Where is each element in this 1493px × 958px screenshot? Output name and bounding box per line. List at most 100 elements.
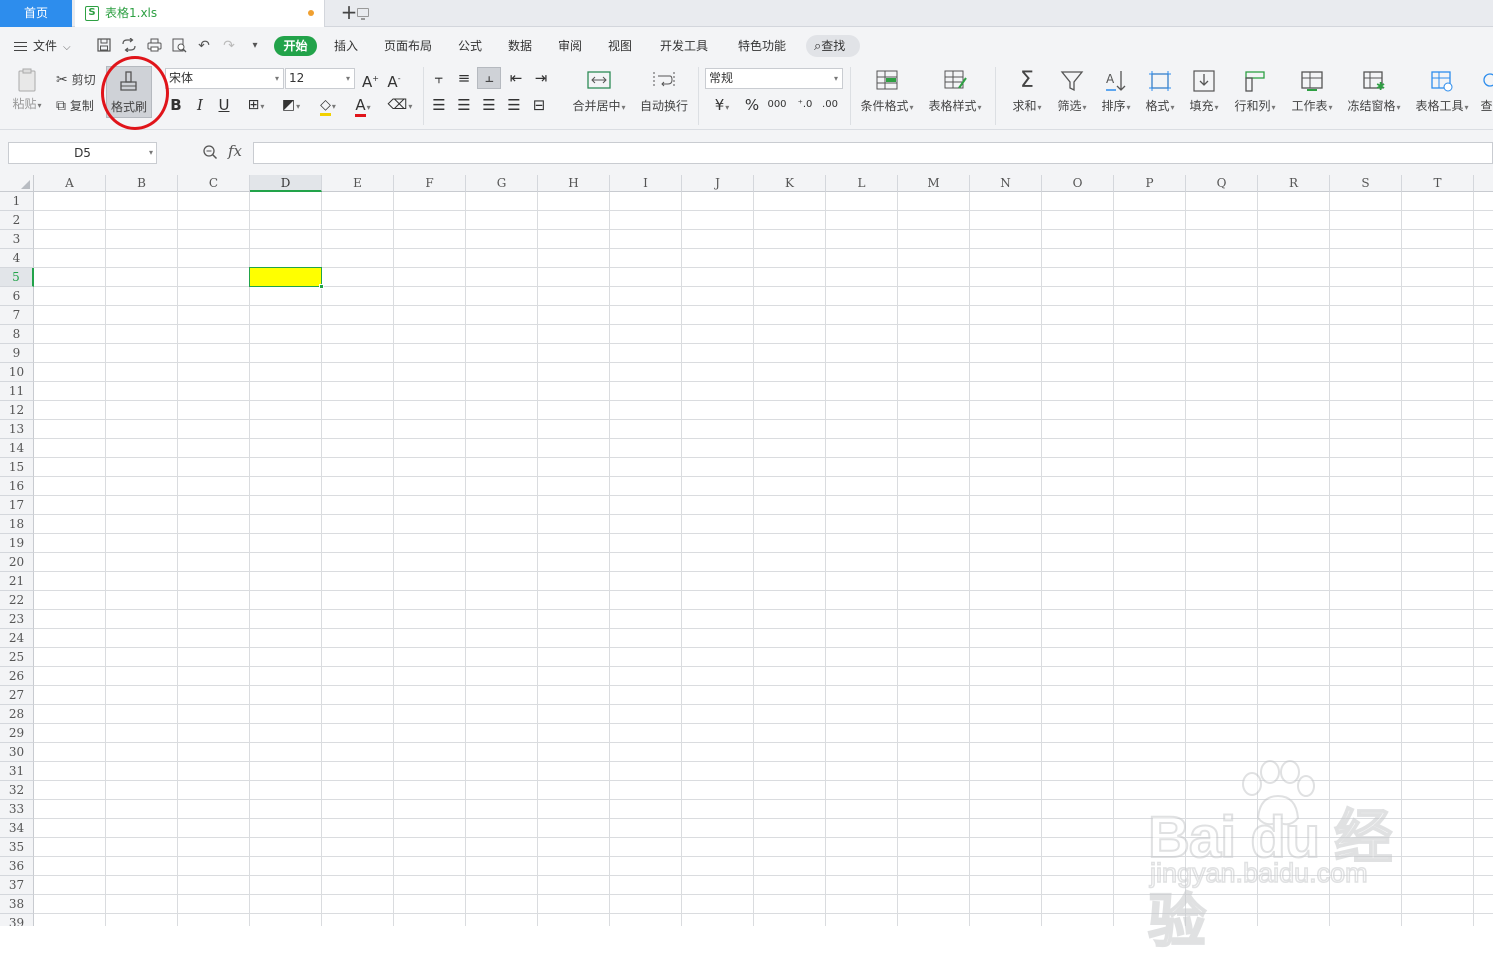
align-left-icon[interactable]: ☰ xyxy=(430,96,448,114)
currency-icon[interactable]: ¥▾ xyxy=(708,96,736,117)
row-header-2[interactable]: 2 xyxy=(0,211,34,230)
column-header-k[interactable]: K xyxy=(754,175,826,192)
row-header-19[interactable]: 19 xyxy=(0,534,34,553)
column-header-t[interactable]: T xyxy=(1402,175,1474,192)
column-header-p[interactable]: P xyxy=(1114,175,1186,192)
font-color-icon[interactable]: A▾ xyxy=(349,96,377,117)
row-header-33[interactable]: 33 xyxy=(0,800,34,819)
customize-quick-access-icon[interactable]: ▾ xyxy=(247,38,263,54)
row-header-13[interactable]: 13 xyxy=(0,420,34,439)
ribbon-tab-features[interactable]: 特色功能 xyxy=(738,35,786,57)
increase-indent-icon[interactable]: ⇥ xyxy=(532,69,550,87)
row-header-4[interactable]: 4 xyxy=(0,249,34,268)
row-header-16[interactable]: 16 xyxy=(0,477,34,496)
formula-input[interactable] xyxy=(253,142,1493,164)
tab-home[interactable]: 首页 xyxy=(0,0,72,27)
merge-center-button[interactable]: 合并居中▾ xyxy=(568,69,630,114)
copy-button[interactable]: ⧉ 复制 xyxy=(56,97,94,114)
row-header-7[interactable]: 7 xyxy=(0,306,34,325)
row-header-6[interactable]: 6 xyxy=(0,287,34,306)
align-right-icon[interactable]: ☰ xyxy=(480,96,498,114)
save-icon[interactable] xyxy=(96,38,112,54)
row-header-31[interactable]: 31 xyxy=(0,762,34,781)
row-header-29[interactable]: 29 xyxy=(0,724,34,743)
number-format-select[interactable]: 常规 ▾ xyxy=(705,68,843,89)
column-header-m[interactable]: M xyxy=(898,175,970,192)
column-header-b[interactable]: B xyxy=(106,175,178,192)
row-header-35[interactable]: 35 xyxy=(0,838,34,857)
decrease-decimal-icon[interactable]: .00 xyxy=(820,96,840,114)
ribbon-tab-data[interactable]: 数据 xyxy=(508,35,532,57)
justify-icon[interactable]: ☰ xyxy=(505,96,523,114)
align-center-icon[interactable]: ☰ xyxy=(455,96,473,114)
row-header-36[interactable]: 36 xyxy=(0,857,34,876)
row-header-28[interactable]: 28 xyxy=(0,705,34,724)
row-header-30[interactable]: 30 xyxy=(0,743,34,762)
column-header-q[interactable]: Q xyxy=(1186,175,1258,192)
column-header-a[interactable]: A xyxy=(34,175,106,192)
cell-style-icon[interactable]: ◩▾ xyxy=(278,96,304,116)
column-header-i[interactable]: I xyxy=(610,175,682,192)
zoom-icon[interactable] xyxy=(202,144,218,160)
align-bottom-icon[interactable]: ⫠ xyxy=(477,67,501,89)
row-header-24[interactable]: 24 xyxy=(0,629,34,648)
column-header-f[interactable]: F xyxy=(394,175,466,192)
select-all-corner[interactable] xyxy=(0,175,34,192)
row-header-15[interactable]: 15 xyxy=(0,458,34,477)
font-size-select[interactable]: 12 ▾ xyxy=(285,68,355,89)
row-header-12[interactable]: 12 xyxy=(0,401,34,420)
row-header-9[interactable]: 9 xyxy=(0,344,34,363)
align-top-icon[interactable]: ⫟ xyxy=(430,69,448,87)
ribbon-tab-insert[interactable]: 插入 xyxy=(334,35,358,57)
table-style-button[interactable]: 表格样式▾ xyxy=(926,69,984,114)
row-col-button[interactable]: 行和列▾ xyxy=(1231,69,1279,114)
column-header-o[interactable]: O xyxy=(1042,175,1114,192)
row-header-37[interactable]: 37 xyxy=(0,876,34,895)
row-header-1[interactable]: 1 xyxy=(0,192,34,211)
wrap-text-button[interactable]: 自动换行 xyxy=(638,69,690,114)
insert-function-icon[interactable]: fx xyxy=(228,142,242,160)
column-header-h[interactable]: H xyxy=(538,175,610,192)
column-header-e[interactable]: E xyxy=(322,175,394,192)
cut-button[interactable]: ✂ 剪切 xyxy=(56,71,96,88)
print-preview-icon[interactable] xyxy=(171,38,187,54)
distributed-icon[interactable]: ⊟ xyxy=(530,96,548,114)
increase-decimal-icon[interactable]: ⁺.0 xyxy=(795,96,815,114)
column-header-r[interactable]: R xyxy=(1258,175,1330,192)
query-button[interactable]: 查 xyxy=(1480,69,1493,114)
column-header-l[interactable]: L xyxy=(826,175,898,192)
tab-document[interactable]: S 表格1.xls xyxy=(75,0,369,27)
sort-button[interactable]: A 排序▾ xyxy=(1097,69,1135,114)
selected-cell-d5[interactable] xyxy=(249,267,324,289)
ribbon-tab-page-layout[interactable]: 页面布局 xyxy=(384,35,432,57)
freeze-panes-button[interactable]: ✱ 冻结窗格▾ xyxy=(1345,69,1403,114)
column-header-g[interactable]: G xyxy=(466,175,538,192)
borders-icon[interactable]: ⊞▾ xyxy=(243,96,269,116)
font-name-select[interactable]: 宋体 ▾ xyxy=(165,68,284,89)
increase-font-icon[interactable]: A+ xyxy=(362,70,379,91)
row-header-27[interactable]: 27 xyxy=(0,686,34,705)
bold-icon[interactable]: B xyxy=(168,96,184,114)
fill-color-icon[interactable]: ◇▾ xyxy=(313,96,343,116)
column-header-s[interactable]: S xyxy=(1330,175,1402,192)
row-header-21[interactable]: 21 xyxy=(0,572,34,591)
percent-icon[interactable]: % xyxy=(743,96,761,114)
column-header-j[interactable]: J xyxy=(682,175,754,192)
redo-icon[interactable]: ↷ xyxy=(221,38,237,54)
share-icon[interactable] xyxy=(121,37,137,54)
row-header-20[interactable]: 20 xyxy=(0,553,34,572)
row-header-22[interactable]: 22 xyxy=(0,591,34,610)
fill-button[interactable]: 填充▾ xyxy=(1185,69,1223,114)
row-header-8[interactable]: 8 xyxy=(0,325,34,344)
italic-icon[interactable]: I xyxy=(192,96,208,114)
undo-icon[interactable]: ↶ xyxy=(196,38,212,54)
filter-button[interactable]: 筛选▾ xyxy=(1053,69,1091,114)
align-middle-icon[interactable]: ≡ xyxy=(455,69,473,87)
ribbon-tab-developer[interactable]: 开发工具 xyxy=(660,35,708,57)
print-icon[interactable] xyxy=(146,38,162,54)
ribbon-tab-formulas[interactable]: 公式 xyxy=(458,35,482,57)
table-tools-button[interactable]: 表格工具▾ xyxy=(1413,69,1471,114)
ribbon-tab-review[interactable]: 审阅 xyxy=(558,35,582,57)
row-header-39[interactable]: 39 xyxy=(0,914,34,926)
row-header-34[interactable]: 34 xyxy=(0,819,34,838)
